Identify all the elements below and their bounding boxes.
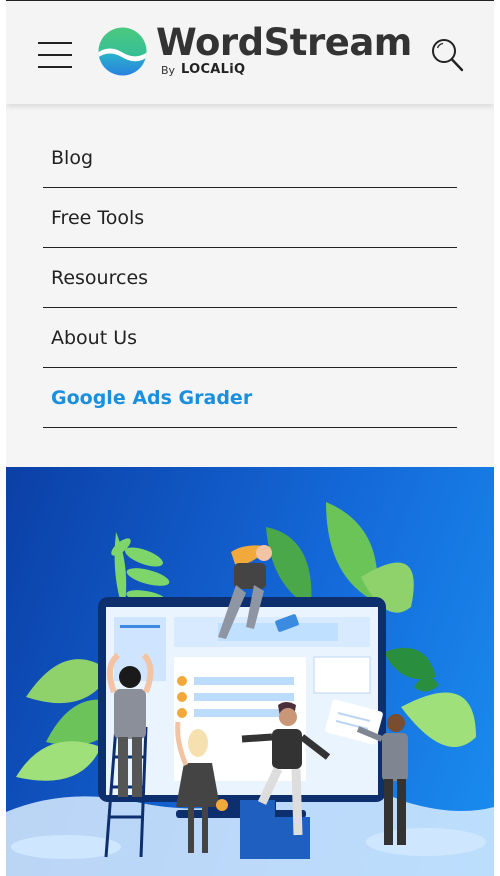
nav-item-label: Blog (51, 147, 93, 169)
floor-puddle (11, 835, 121, 859)
check-dot (177, 692, 187, 702)
brand-name[interactable]: WordStream (156, 19, 412, 67)
hamburger-line (38, 66, 72, 68)
nav-item-label: About Us (51, 327, 138, 349)
nav-item-about-us[interactable]: About Us (43, 309, 457, 368)
hamburger-line (38, 54, 72, 56)
site-header: WordStream By LOCALiQ (6, 1, 494, 104)
nav-item-google-ads-grader[interactable]: Google Ads Grader (43, 369, 457, 428)
check-dot (177, 708, 187, 718)
hero-illustration (6, 502, 494, 876)
nav-item-label: Resources (51, 267, 149, 289)
check-dot (177, 676, 187, 686)
mobile-page: WordStream By LOCALiQ Blog Free Tools Re… (6, 0, 494, 876)
hamburger-line (38, 42, 72, 44)
wordstream-logo-icon[interactable] (98, 27, 147, 76)
nav-item-free-tools[interactable]: Free Tools (43, 189, 457, 248)
screen-card (313, 656, 371, 694)
hero-banner (6, 467, 494, 876)
nav-item-resources[interactable]: Resources (43, 249, 457, 308)
screen-line (194, 693, 294, 701)
brand-by-text: By (161, 64, 176, 77)
screen-line (194, 677, 294, 685)
nav-item-blog[interactable]: Blog (43, 129, 457, 188)
screen-sidebar-line (120, 625, 160, 628)
nav-item-label: Free Tools (51, 207, 145, 229)
nav-item-label: Google Ads Grader (51, 387, 253, 409)
hamburger-menu-button[interactable] (38, 42, 72, 68)
brand-partner: LOCALiQ (181, 62, 246, 77)
search-icon[interactable] (430, 37, 464, 73)
main-nav-menu: Blog Free Tools Resources About Us Googl… (43, 129, 457, 429)
